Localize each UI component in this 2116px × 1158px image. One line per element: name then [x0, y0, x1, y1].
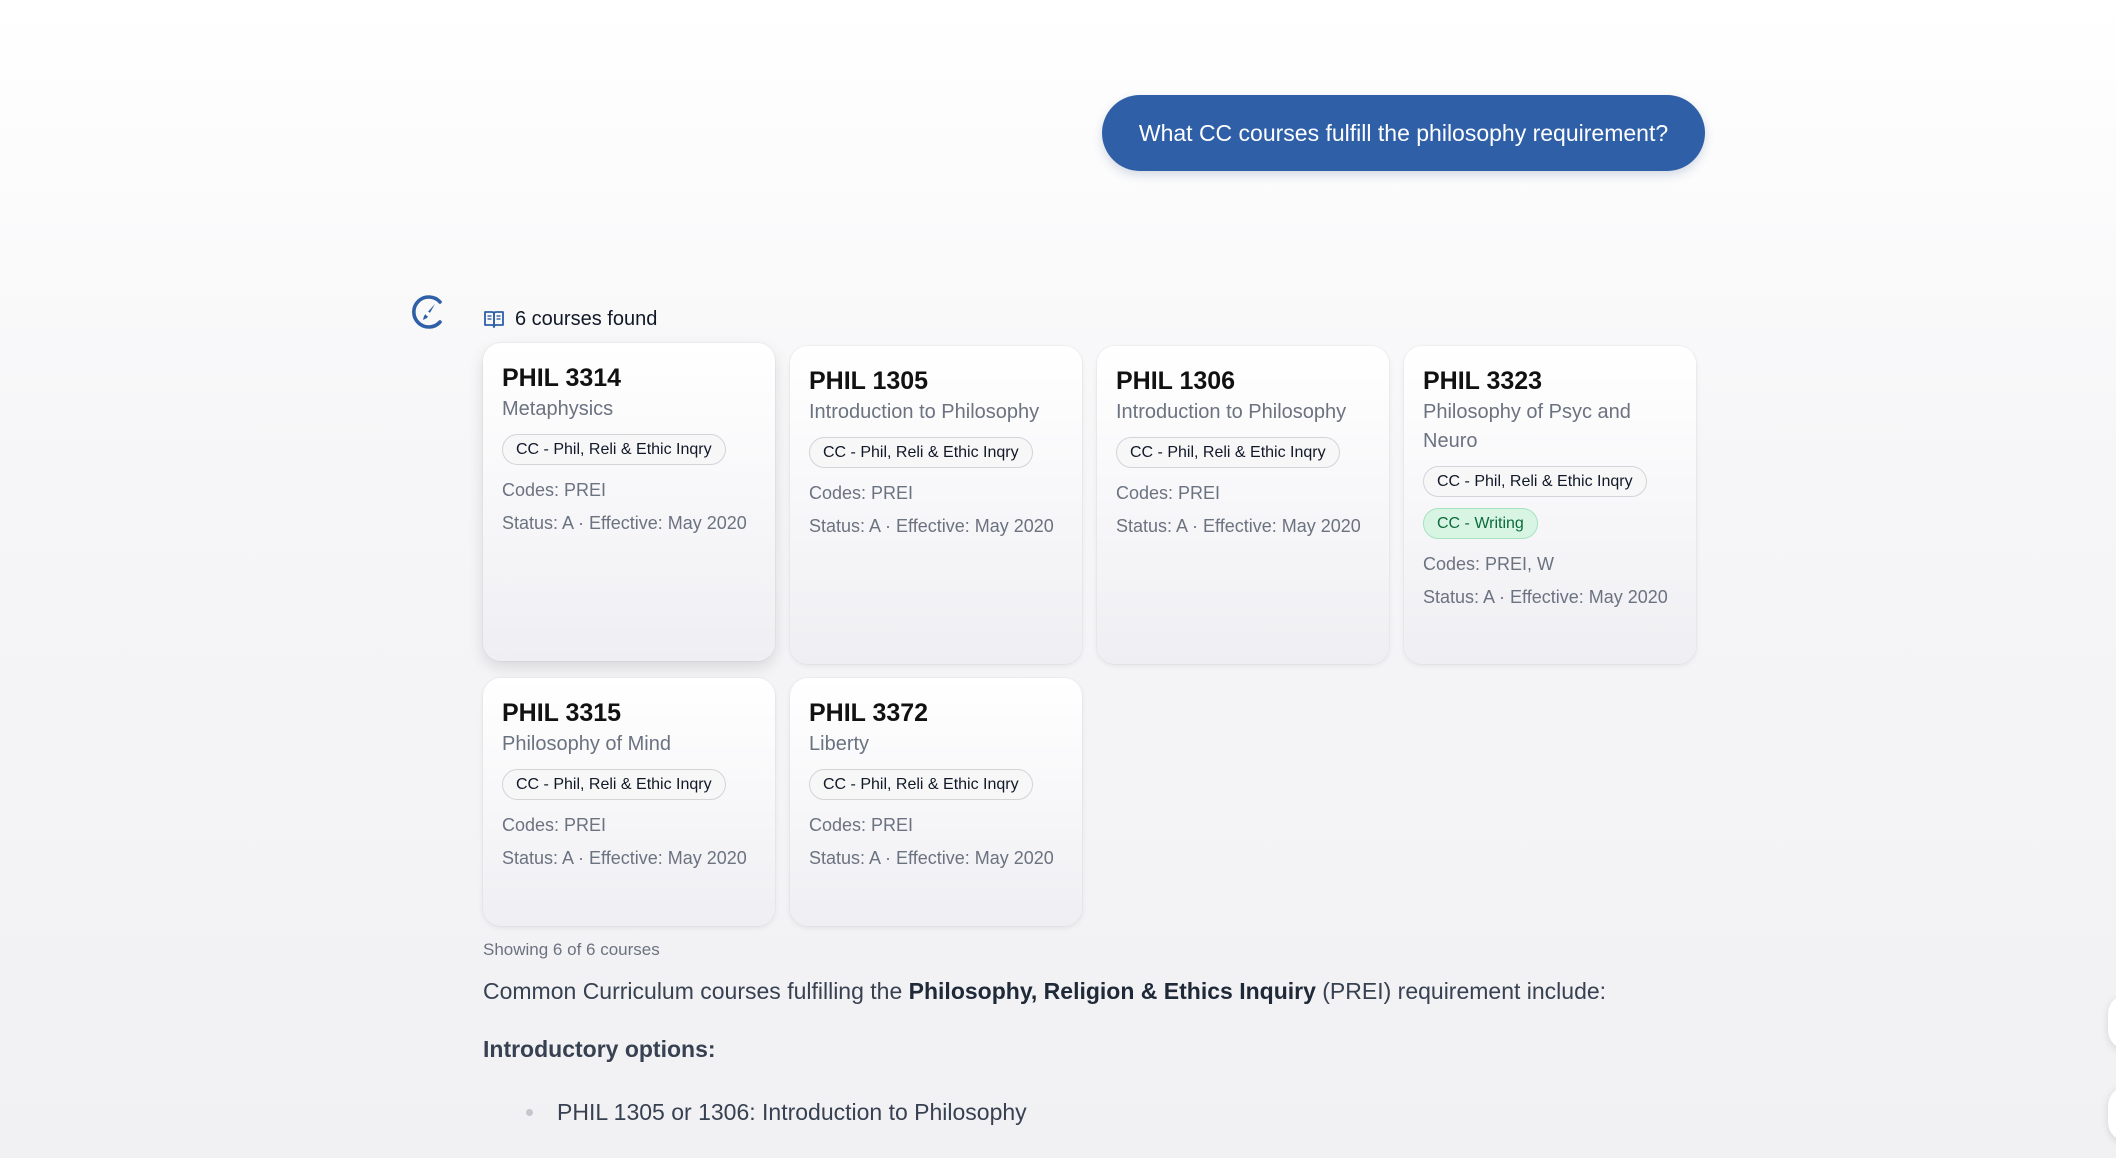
writing-tag: CC - Writing — [1423, 508, 1538, 539]
course-status: Status: A · Effective: May 2020 — [502, 513, 747, 533]
bullet-icon — [526, 1109, 533, 1116]
requirement-tag: CC - Phil, Reli & Ethic Inqry — [502, 434, 726, 465]
course-title: Introduction to Philosophy — [809, 401, 1040, 423]
course-title: Philosophy of Mind — [502, 733, 671, 755]
course-code: PHIL 1305 — [809, 367, 929, 395]
requirement-tag: CC - Phil, Reli & Ethic Inqry — [1116, 437, 1340, 468]
requirement-tag: CC - Phil, Reli & Ethic Inqry — [809, 437, 1033, 468]
course-status: Status: A · Effective: May 2020 — [1423, 587, 1668, 607]
user-message-bubble: What CC courses fulfill the philosophy r… — [1102, 95, 1705, 171]
course-codes: Codes: PREI — [809, 483, 914, 503]
course-codes: Codes: PREI, W — [1423, 554, 1555, 574]
course-card[interactable]: PHIL 3315 Philosophy of Mind CC - Phil, … — [483, 678, 775, 926]
results-count: 6 courses found — [515, 307, 658, 330]
course-code: PHIL 3314 — [502, 364, 622, 392]
compass-logo-icon — [410, 292, 446, 332]
course-codes: Codes: PREI — [1116, 483, 1221, 503]
requirement-tag: CC - Phil, Reli & Ethic Inqry — [809, 769, 1033, 800]
action-button[interactable] — [2108, 1086, 2116, 1142]
course-status: Status: A · Effective: May 2020 — [1116, 516, 1361, 536]
answer-intro: Common Curriculum courses fulfilling the… — [483, 978, 1606, 1005]
answer-intro-text-end: (PREI) requirement include: — [1315, 978, 1607, 1004]
open-book-icon — [483, 309, 505, 329]
course-status: Status: A · Effective: May 2020 — [809, 848, 1054, 868]
requirement-tag: CC - Phil, Reli & Ethic Inqry — [1423, 466, 1647, 497]
course-codes: Codes: PREI — [809, 815, 914, 835]
course-card[interactable]: PHIL 1306 Introduction to Philosophy CC … — [1097, 346, 1389, 664]
course-card[interactable]: PHIL 1305 Introduction to Philosophy CC … — [790, 346, 1082, 664]
results-header: 6 courses found — [483, 304, 657, 334]
course-codes: Codes: PREI — [502, 815, 607, 835]
requirement-tag: CC - Phil, Reli & Ethic Inqry — [502, 769, 726, 800]
course-code: PHIL 3315 — [502, 699, 622, 727]
course-title: Philosophy of Psyc and Neuro — [1423, 401, 1631, 452]
chat-thread: What CC courses fulfill the philosophy r… — [0, 0, 2116, 1158]
course-card[interactable]: PHIL 3323 Philosophy of Psyc and Neuro C… — [1404, 346, 1696, 664]
course-card[interactable]: PHIL 3314 Metaphysics CC - Phil, Reli & … — [483, 343, 775, 661]
course-title: Metaphysics — [502, 398, 614, 420]
course-card[interactable]: PHIL 3372 Liberty CC - Phil, Reli & Ethi… — [790, 678, 1082, 926]
course-status: Status: A · Effective: May 2020 — [809, 516, 1054, 536]
answer-subheading: Introductory options: — [483, 1036, 716, 1062]
course-code: PHIL 3372 — [809, 699, 929, 727]
course-code: PHIL 1306 — [1116, 367, 1236, 395]
answer-intro-text: Common Curriculum courses fulfilling the — [483, 978, 909, 1004]
course-code: PHIL 3323 — [1423, 367, 1543, 395]
course-codes: Codes: PREI — [502, 480, 607, 500]
results-count-footer: Showing 6 of 6 courses — [483, 940, 660, 959]
answer-intro-emphasis: Philosophy, Religion & Ethics Inquiry — [908, 978, 1316, 1004]
scroll-button[interactable] — [2108, 994, 2116, 1050]
answer-list-item-text: PHIL 1305 or 1306: Introduction to Philo… — [557, 1099, 1027, 1125]
course-status: Status: A · Effective: May 2020 — [502, 848, 747, 868]
course-title: Liberty — [809, 733, 870, 755]
course-title: Introduction to Philosophy — [1116, 401, 1347, 423]
answer-list-item: PHIL 1305 or 1306: Introduction to Philo… — [526, 1099, 1027, 1126]
